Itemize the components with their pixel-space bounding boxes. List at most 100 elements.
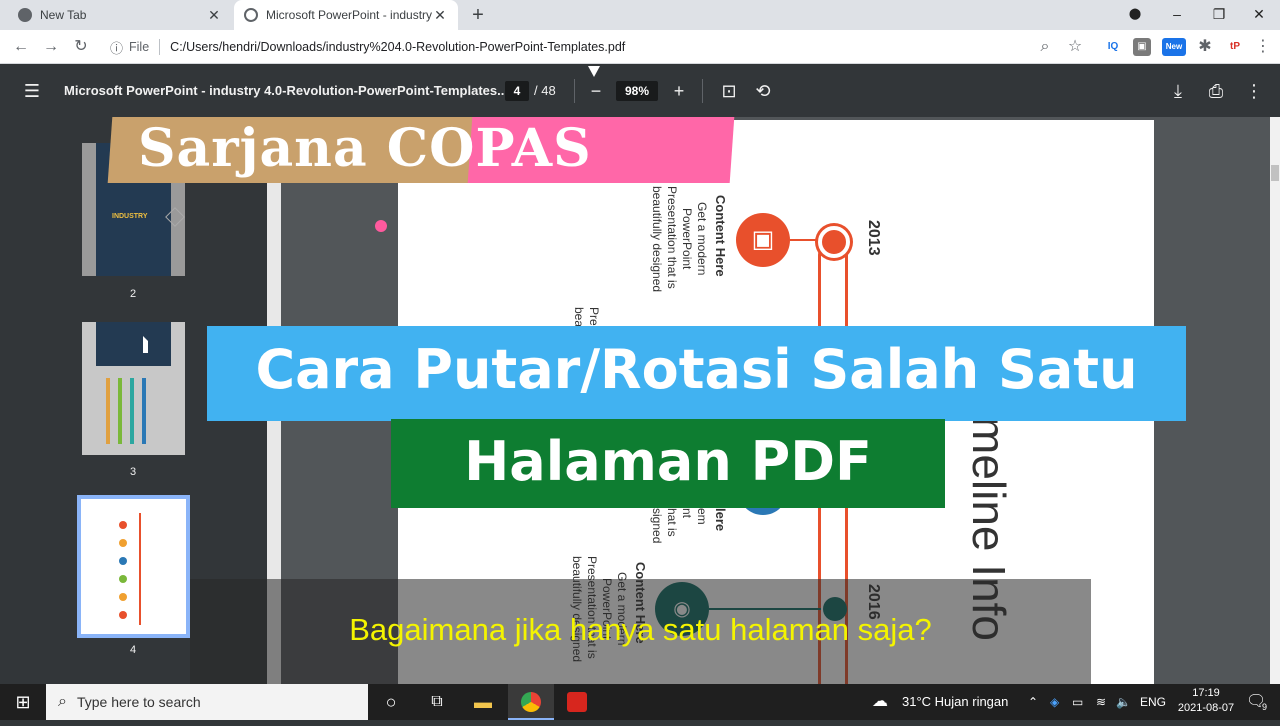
year-label: 2013 bbox=[865, 220, 882, 256]
thumbnail-dot bbox=[119, 521, 127, 529]
chrome-taskbar-icon[interactable] bbox=[508, 684, 554, 720]
minimize-button[interactable]: – bbox=[1156, 0, 1198, 30]
content-body-partial: Pre bbox=[587, 307, 601, 326]
content-body: Presentation that is bbox=[665, 186, 679, 289]
thumbnail-dot bbox=[119, 539, 127, 547]
tab-title: New Tab bbox=[40, 8, 87, 22]
back-button[interactable]: ← bbox=[8, 34, 34, 60]
address-bar[interactable]: ⓘ File C:/Users/hendri/Downloads/industr… bbox=[102, 34, 1092, 60]
defender-icon[interactable]: ◈ bbox=[1050, 684, 1059, 720]
mouse-cursor-icon bbox=[588, 66, 600, 77]
extension-iq-icon[interactable]: IQ bbox=[1104, 38, 1122, 56]
content-body: PowerPoint bbox=[680, 208, 694, 270]
content-body-partial: nt bbox=[680, 508, 694, 519]
thumbnail-page-3[interactable] bbox=[82, 322, 185, 455]
chrome-icon bbox=[521, 692, 541, 712]
thumbnail-dot bbox=[119, 611, 127, 619]
extension-tp-icon[interactable]: tP bbox=[1226, 38, 1244, 56]
zoom-out-icon[interactable]: − bbox=[584, 79, 608, 103]
new-tab-button[interactable]: + bbox=[466, 3, 490, 27]
puzzle-icon[interactable]: ✱ bbox=[1192, 34, 1218, 60]
close-window-button[interactable]: ✕ bbox=[1238, 0, 1280, 30]
file-explorer-icon[interactable]: ▬ bbox=[460, 684, 506, 720]
thumbnail-dot bbox=[119, 575, 127, 583]
thumbnail-timeline bbox=[139, 513, 141, 625]
task-view-icon[interactable]: ⧉ bbox=[414, 684, 460, 720]
extension-icon[interactable]: ▣ bbox=[1133, 38, 1151, 56]
bookmark-star-icon[interactable]: ☆ bbox=[1062, 34, 1088, 60]
thumbnail-dot bbox=[119, 593, 127, 601]
zoom-icon[interactable]: ⌕ bbox=[1032, 34, 1058, 60]
tab-new-tab[interactable]: New Tab ✕ bbox=[8, 0, 232, 30]
thumbnail-bar bbox=[118, 378, 122, 444]
print-icon[interactable]: ⎙ bbox=[1204, 79, 1228, 103]
content-body-partial: signed bbox=[650, 508, 664, 544]
chrome-icon bbox=[18, 8, 32, 22]
notification-count: 9 bbox=[1262, 702, 1268, 712]
tab-search-icon[interactable]: ⬤ bbox=[1114, 0, 1156, 30]
divider bbox=[159, 39, 161, 55]
search-placeholder: Type here to search bbox=[76, 694, 201, 710]
globe-icon bbox=[244, 8, 258, 22]
connector-line bbox=[790, 239, 816, 241]
content-body-partial: bea bbox=[572, 307, 586, 328]
decoration-dot bbox=[375, 220, 387, 232]
clock[interactable]: 17:19 2021-08-07 bbox=[1176, 686, 1236, 716]
tab-pdf[interactable]: Microsoft PowerPoint - industry 4 ✕ bbox=[234, 0, 458, 30]
taskbar-search-box[interactable]: ⌕ Type here to search bbox=[46, 684, 368, 720]
close-icon[interactable]: ✕ bbox=[432, 7, 448, 24]
brand-logo-part: Sarjana CO bbox=[138, 118, 476, 179]
page-number-label: 3 bbox=[129, 466, 137, 478]
acrobat-icon bbox=[567, 692, 587, 712]
browser-toolbar: ← → ↻ ⓘ File C:/Users/hendri/Downloads/i… bbox=[0, 30, 1280, 64]
thumbnail-bar bbox=[106, 378, 110, 444]
volume-icon[interactable]: 🔈 bbox=[1116, 684, 1131, 720]
info-icon[interactable]: ⓘ bbox=[110, 38, 123, 57]
rotate-icon[interactable]: ⟲ bbox=[751, 79, 775, 103]
forward-button[interactable]: → bbox=[38, 34, 64, 60]
content-body-partial: em bbox=[695, 508, 709, 525]
network-device-icon[interactable]: ▭ bbox=[1072, 684, 1083, 720]
page-number-label: 4 bbox=[129, 644, 137, 656]
zoom-in-icon[interactable]: + bbox=[667, 79, 691, 103]
thumbnail-label: INDUSTRY bbox=[112, 213, 148, 220]
content-body: beautifully designed bbox=[650, 186, 664, 293]
zoom-input[interactable]: 98% bbox=[616, 81, 658, 101]
close-icon[interactable]: ✕ bbox=[206, 7, 222, 24]
reload-button[interactable]: ↻ bbox=[68, 34, 94, 60]
hamburger-menu-icon[interactable]: ☰ bbox=[20, 79, 44, 103]
download-icon[interactable]: ⤓ bbox=[1166, 79, 1190, 103]
page-total: / 48 bbox=[534, 83, 556, 98]
clock-date: 2021-08-07 bbox=[1177, 702, 1235, 714]
url-text: C:/Users/hendri/Downloads/industry%204.0… bbox=[170, 40, 626, 54]
fit-page-icon[interactable]: ⊡ bbox=[717, 79, 741, 103]
thumbnail-bar bbox=[142, 378, 146, 444]
brand-logo-part: PAS bbox=[475, 118, 592, 179]
page-number-label: 2 bbox=[129, 288, 137, 300]
thumbnail-dot bbox=[119, 557, 127, 565]
divider bbox=[574, 79, 575, 103]
windows-start-icon[interactable]: ⊞ bbox=[0, 684, 46, 720]
menu-icon[interactable]: ⋮ bbox=[1250, 34, 1276, 60]
timeline-node bbox=[818, 226, 850, 258]
vertical-scrollbar[interactable] bbox=[1270, 117, 1280, 684]
tab-strip: New Tab ✕ Microsoft PowerPoint - industr… bbox=[0, 0, 1280, 30]
content-heading-partial: lere bbox=[713, 508, 728, 532]
pdf-toolbar: ☰ Microsoft PowerPoint - industry 4.0-Re… bbox=[0, 65, 1280, 117]
thumbnail-page-4-selected[interactable] bbox=[77, 495, 190, 638]
language-indicator[interactable]: ENG bbox=[1140, 684, 1166, 720]
maximize-button[interactable]: ❐ bbox=[1198, 0, 1240, 30]
divider bbox=[702, 79, 703, 103]
weather-icon[interactable]: ☁ bbox=[872, 684, 888, 720]
content-heading: Content Here bbox=[713, 195, 728, 277]
cortana-icon[interactable]: ○ bbox=[368, 684, 414, 720]
show-hidden-icons-icon[interactable]: ⌃ bbox=[1028, 684, 1038, 720]
weather-text[interactable]: 31°C Hujan ringan bbox=[902, 684, 1008, 720]
extension-new-icon[interactable]: New bbox=[1162, 38, 1186, 56]
brand-logo: Sarjana COPAS bbox=[138, 118, 592, 179]
page-number-input[interactable]: 4 bbox=[505, 81, 529, 101]
wifi-icon[interactable]: ≋ bbox=[1096, 684, 1106, 720]
pdf-reader-taskbar-icon[interactable] bbox=[554, 684, 600, 720]
scrollbar-thumb[interactable] bbox=[1271, 165, 1279, 181]
more-options-icon[interactable]: ⋮ bbox=[1242, 79, 1266, 103]
